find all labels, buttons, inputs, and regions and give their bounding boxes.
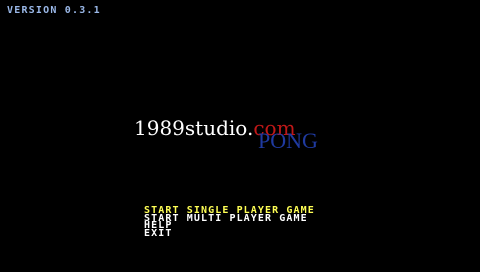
logo-studio-name: 1989studio. xyxy=(134,116,254,140)
studio-logo: 1989studio.com PONG xyxy=(134,116,334,156)
main-menu: START SINGLE PLAYER GAME START MULTI PLA… xyxy=(144,206,315,238)
game-screen: VERSION 0.3.1 1989studio.com PONG START … xyxy=(0,0,480,272)
menu-item-exit[interactable]: EXIT xyxy=(144,228,315,237)
version-label: VERSION 0.3.1 xyxy=(7,5,101,16)
logo-game-title: PONG xyxy=(258,128,318,153)
